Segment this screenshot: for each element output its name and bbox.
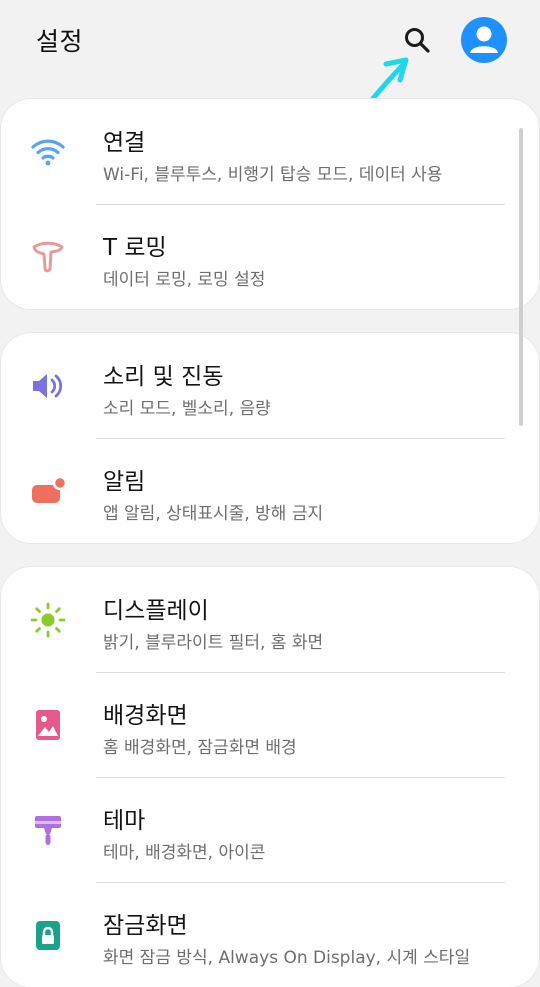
search-button[interactable]: [399, 22, 435, 58]
settings-card-connections: 연결 Wi-Fi, 블루투스, 비행기 탑승 모드, 데이터 사용 T 로밍 데…: [1, 99, 539, 309]
settings-card-sound-notifications: 소리 및 진동 소리 모드, 벨소리, 음량 알림 앱 알림, 상태표시줄, 방…: [1, 333, 539, 543]
settings-item-subtitle: 화면 잠금 방식, Always On Display, 시계 스타일: [103, 948, 471, 968]
page-title: 설정: [36, 27, 84, 56]
settings-item-title: 연결: [103, 130, 146, 156]
settings-card-display: 디스플레이 밝기, 블루라이트 필터, 홈 화면 배경화면 홈 배경화면, 잠금…: [1, 567, 539, 987]
app-header: 설정: [0, 0, 540, 88]
settings-item-sound-vibration[interactable]: 소리 및 진동 소리 모드, 벨소리, 음량: [1, 333, 539, 438]
settings-item-title: T 로밍: [103, 235, 167, 261]
settings-item-title: 소리 및 진동: [103, 364, 224, 390]
notification-icon: [29, 472, 67, 510]
settings-item-theme[interactable]: 테마 테마, 배경화면, 아이콘: [1, 777, 539, 882]
settings-item-subtitle: 소리 모드, 벨소리, 음량: [103, 399, 271, 419]
speaker-icon: [29, 367, 67, 405]
settings-item-title: 잠금화면: [103, 913, 188, 939]
settings-item-t-roaming[interactable]: T 로밍 데이터 로밍, 로밍 설정: [1, 204, 539, 309]
settings-item-subtitle: 밝기, 블루라이트 필터, 홈 화면: [103, 633, 324, 653]
lock-icon: [29, 916, 67, 954]
search-icon: [405, 28, 430, 53]
settings-item-display[interactable]: 디스플레이 밝기, 블루라이트 필터, 홈 화면: [1, 567, 539, 672]
settings-item-title: 디스플레이: [103, 598, 209, 624]
brightness-icon: [29, 601, 67, 639]
scrollbar[interactable]: [519, 128, 523, 426]
settings-item-subtitle: 데이터 로밍, 로밍 설정: [103, 270, 266, 290]
profile-icon: [470, 26, 498, 53]
settings-item-title: 알림: [103, 469, 146, 495]
settings-item-subtitle: Wi-Fi, 블루투스, 비행기 탑승 모드, 데이터 사용: [103, 165, 443, 185]
wallpaper-icon: [29, 706, 67, 744]
settings-item-subtitle: 홈 배경화면, 잠금화면 배경: [103, 738, 297, 758]
t-roaming-icon: [29, 238, 67, 276]
settings-item-subtitle: 앱 알림, 상태표시줄, 방해 금지: [103, 504, 324, 524]
settings-item-notifications[interactable]: 알림 앱 알림, 상태표시줄, 방해 금지: [1, 438, 539, 543]
wifi-icon: [29, 133, 67, 171]
settings-item-connections[interactable]: 연결 Wi-Fi, 블루투스, 비행기 탑승 모드, 데이터 사용: [1, 99, 539, 204]
settings-item-subtitle: 테마, 배경화면, 아이콘: [103, 843, 266, 863]
settings-item-title: 테마: [103, 808, 146, 834]
settings-item-wallpaper[interactable]: 배경화면 홈 배경화면, 잠금화면 배경: [1, 672, 539, 777]
settings-item-lock-screen[interactable]: 잠금화면 화면 잠금 방식, Always On Display, 시계 스타일: [1, 882, 539, 987]
theme-brush-icon: [29, 811, 67, 849]
profile-avatar-button[interactable]: [461, 17, 507, 63]
settings-item-title: 배경화면: [103, 703, 188, 729]
